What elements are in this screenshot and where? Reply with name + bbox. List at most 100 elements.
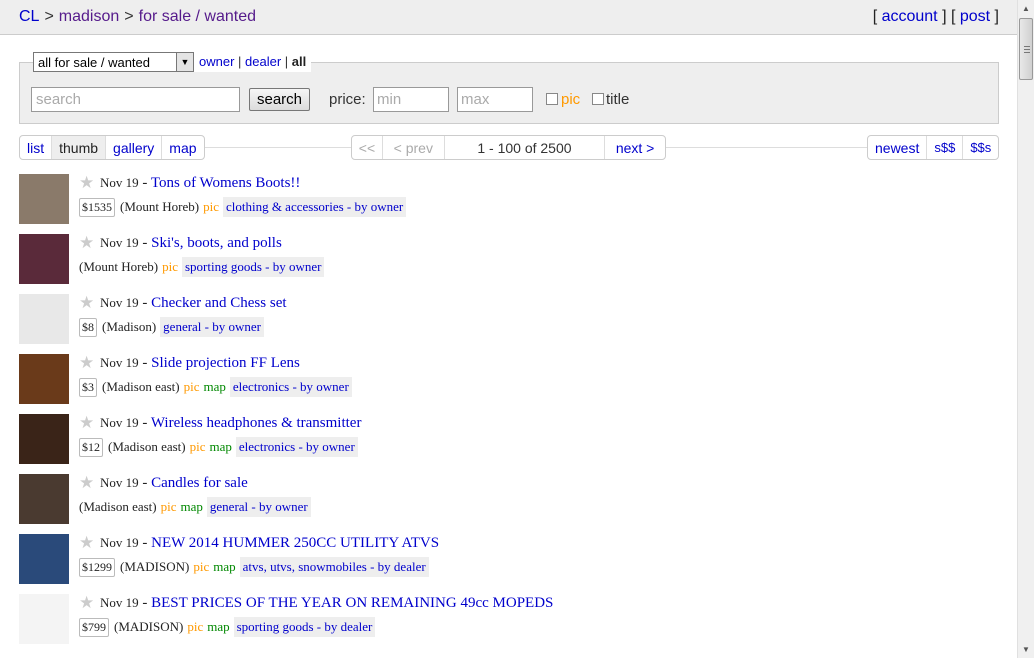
listing-location: (Madison east) [102, 379, 180, 394]
listing-title-link[interactable]: BEST PRICES OF THE YEAR ON REMAINING 49c… [151, 595, 553, 611]
account-link[interactable]: account [882, 8, 938, 25]
listing-price: $3 [79, 377, 97, 397]
listing-category-link[interactable]: electronics - by owner [235, 437, 358, 457]
listing-location: (Madison east) [79, 499, 157, 514]
listing-category-link[interactable]: clothing & accessories - by owner [222, 197, 407, 217]
has-pic-tag: pic [193, 559, 210, 574]
listing-location: (MADISON) [114, 619, 184, 634]
listing-category-link[interactable]: general - by owner [206, 497, 311, 517]
favorite-star-icon[interactable]: ★ [79, 233, 94, 253]
listing-category-link[interactable]: general - by owner [160, 317, 264, 337]
listing-row: ★ Nov 19 - Ski's, boots, and polls (Mount … [19, 233, 999, 286]
listing-date: Nov 19 [100, 175, 139, 190]
favorite-star-icon[interactable]: ★ [79, 473, 94, 493]
listing-row: ★ Nov 19 - NEW 2014 HUMMER 250CC UTILITY … [19, 533, 999, 586]
top-bar: CL > madison > for sale / wanted [ account ]… [0, 0, 1017, 35]
all-filter-selected[interactable]: all [292, 54, 306, 69]
crumb-cl[interactable]: CL [19, 8, 39, 25]
listing-date: Nov 19 [100, 475, 139, 490]
category-select[interactable]: all for sale / wanted ▼ [33, 52, 194, 72]
scroll-down-arrow-icon[interactable]: ▼ [1018, 641, 1034, 658]
favorite-star-icon[interactable]: ★ [79, 593, 94, 613]
listing-category-link[interactable]: sporting goods - by owner [181, 257, 325, 277]
search-input[interactable]: search [31, 87, 240, 112]
listing-date: Nov 19 [100, 415, 139, 430]
listing-title-line: Nov 19 - Ski's, boots, and polls [100, 235, 282, 251]
favorite-star-icon[interactable]: ★ [79, 533, 94, 553]
listing-row: ★ Nov 19 - BEST PRICES OF THE YEAR ON REM… [19, 593, 999, 646]
has-pic-tag: pic [187, 619, 204, 634]
sort-newest-button[interactable]: newest [868, 136, 928, 159]
owner-filter-link[interactable]: owner [199, 54, 234, 69]
favorite-star-icon[interactable]: ★ [79, 293, 94, 313]
listing-thumbnail[interactable] [19, 594, 69, 644]
map-tag[interactable]: map [213, 559, 235, 575]
scrollbar-thumb[interactable] [1019, 18, 1033, 80]
map-tag[interactable]: map [210, 439, 232, 455]
listing-title-link[interactable]: Checker and Chess set [151, 295, 286, 311]
listing-row: ★ Nov 19 - Slide projection FF Lens $3 (Mad… [19, 353, 999, 406]
grip-line [1024, 46, 1030, 47]
crumb-category[interactable]: for sale / wanted [139, 8, 256, 25]
sort-price-asc-button[interactable]: s$$ [927, 136, 964, 159]
title-only-label: title [606, 91, 630, 108]
listing-category-link[interactable]: electronics - by owner [229, 377, 352, 397]
listing-thumbnail[interactable] [19, 294, 69, 344]
listing-meta: $1299 (MADISON) pic map atvs, utvs, snowmobi… [79, 557, 429, 577]
favorite-star-icon[interactable]: ★ [79, 173, 94, 193]
sort-price-desc-button[interactable]: $$s [963, 136, 998, 159]
prev-page-button[interactable]: < prev [383, 136, 445, 159]
favorite-star-icon[interactable]: ★ [79, 413, 94, 433]
listing-price: $1299 [79, 557, 115, 577]
next-page-button[interactable]: next > [605, 136, 665, 159]
listing-price: $799 [79, 617, 109, 637]
listing-thumbnail[interactable] [19, 414, 69, 464]
vertical-scrollbar[interactable]: ▲ ▼ [1017, 0, 1034, 658]
listing-title-link[interactable]: NEW 2014 HUMMER 250CC UTILITY ATVS [151, 535, 439, 551]
listing-thumbnail[interactable] [19, 174, 69, 224]
has-pic-checkbox[interactable] [546, 93, 558, 105]
listing-title-link[interactable]: Candles for sale [151, 475, 248, 491]
search-button[interactable]: search [249, 88, 310, 111]
view-gallery-button[interactable]: gallery [106, 136, 163, 159]
listing-price: $12 [79, 437, 103, 457]
has-pic-tag: pic [183, 379, 200, 394]
map-tag[interactable]: map [204, 379, 226, 395]
listing-category-link[interactable]: atvs, utvs, snowmobiles - by dealer [239, 557, 429, 577]
listing-row: ★ Nov 19 - Candles for sale (Madison east)… [19, 473, 999, 526]
listing-title-link[interactable]: Ski's, boots, and polls [151, 235, 282, 251]
post-link[interactable]: post [960, 8, 990, 25]
has-pic-tag: pic [160, 499, 177, 514]
view-list-button[interactable]: list [20, 136, 53, 159]
category-select-value: all for sale / wanted [38, 55, 151, 70]
listing-thumbnail[interactable] [19, 534, 69, 584]
listing-title-line: Nov 19 - Checker and Chess set [100, 295, 287, 311]
crumb-city[interactable]: madison [59, 8, 119, 25]
listing-title-link[interactable]: Wireless headphones & transmitter [151, 415, 362, 431]
favorite-star-icon[interactable]: ★ [79, 353, 94, 373]
listing-thumbnail[interactable] [19, 354, 69, 404]
chevron-down-icon[interactable]: ▼ [176, 53, 193, 71]
listing-meta: (Madison east) pic map general - by owner [79, 497, 311, 517]
scroll-up-arrow-icon[interactable]: ▲ [1018, 0, 1034, 17]
listing-meta: $12 (Madison east) pic map electronics - by … [79, 437, 358, 457]
listing-meta: (Mount Horeb) pic sporting goods - by owne… [79, 257, 325, 277]
listing-category-link[interactable]: sporting goods - by dealer [233, 617, 376, 637]
listing-location: (MADISON) [120, 559, 190, 574]
page-range: 1 - 100 of 2500 [445, 136, 606, 159]
max-price-input[interactable]: max [457, 87, 533, 112]
view-thumb-button[interactable]: thumb [52, 136, 107, 159]
map-tag[interactable]: map [181, 499, 203, 515]
listing-title-link[interactable]: Slide projection FF Lens [151, 355, 300, 371]
listing-title-link[interactable]: Tons of Womens Boots!! [151, 175, 301, 191]
listing-meta: $8 (Madison) general - by owner [79, 317, 264, 337]
view-map-button[interactable]: map [162, 136, 203, 159]
listing-thumbnail[interactable] [19, 234, 69, 284]
map-tag[interactable]: map [207, 619, 229, 635]
listing-thumbnail[interactable] [19, 474, 69, 524]
dealer-filter-link[interactable]: dealer [245, 54, 281, 69]
min-price-input[interactable]: min [373, 87, 449, 112]
first-page-button[interactable]: << [352, 136, 383, 159]
listing-title-line: Nov 19 - NEW 2014 HUMMER 250CC UTILITY A… [100, 535, 440, 551]
title-only-checkbox[interactable] [592, 93, 604, 105]
